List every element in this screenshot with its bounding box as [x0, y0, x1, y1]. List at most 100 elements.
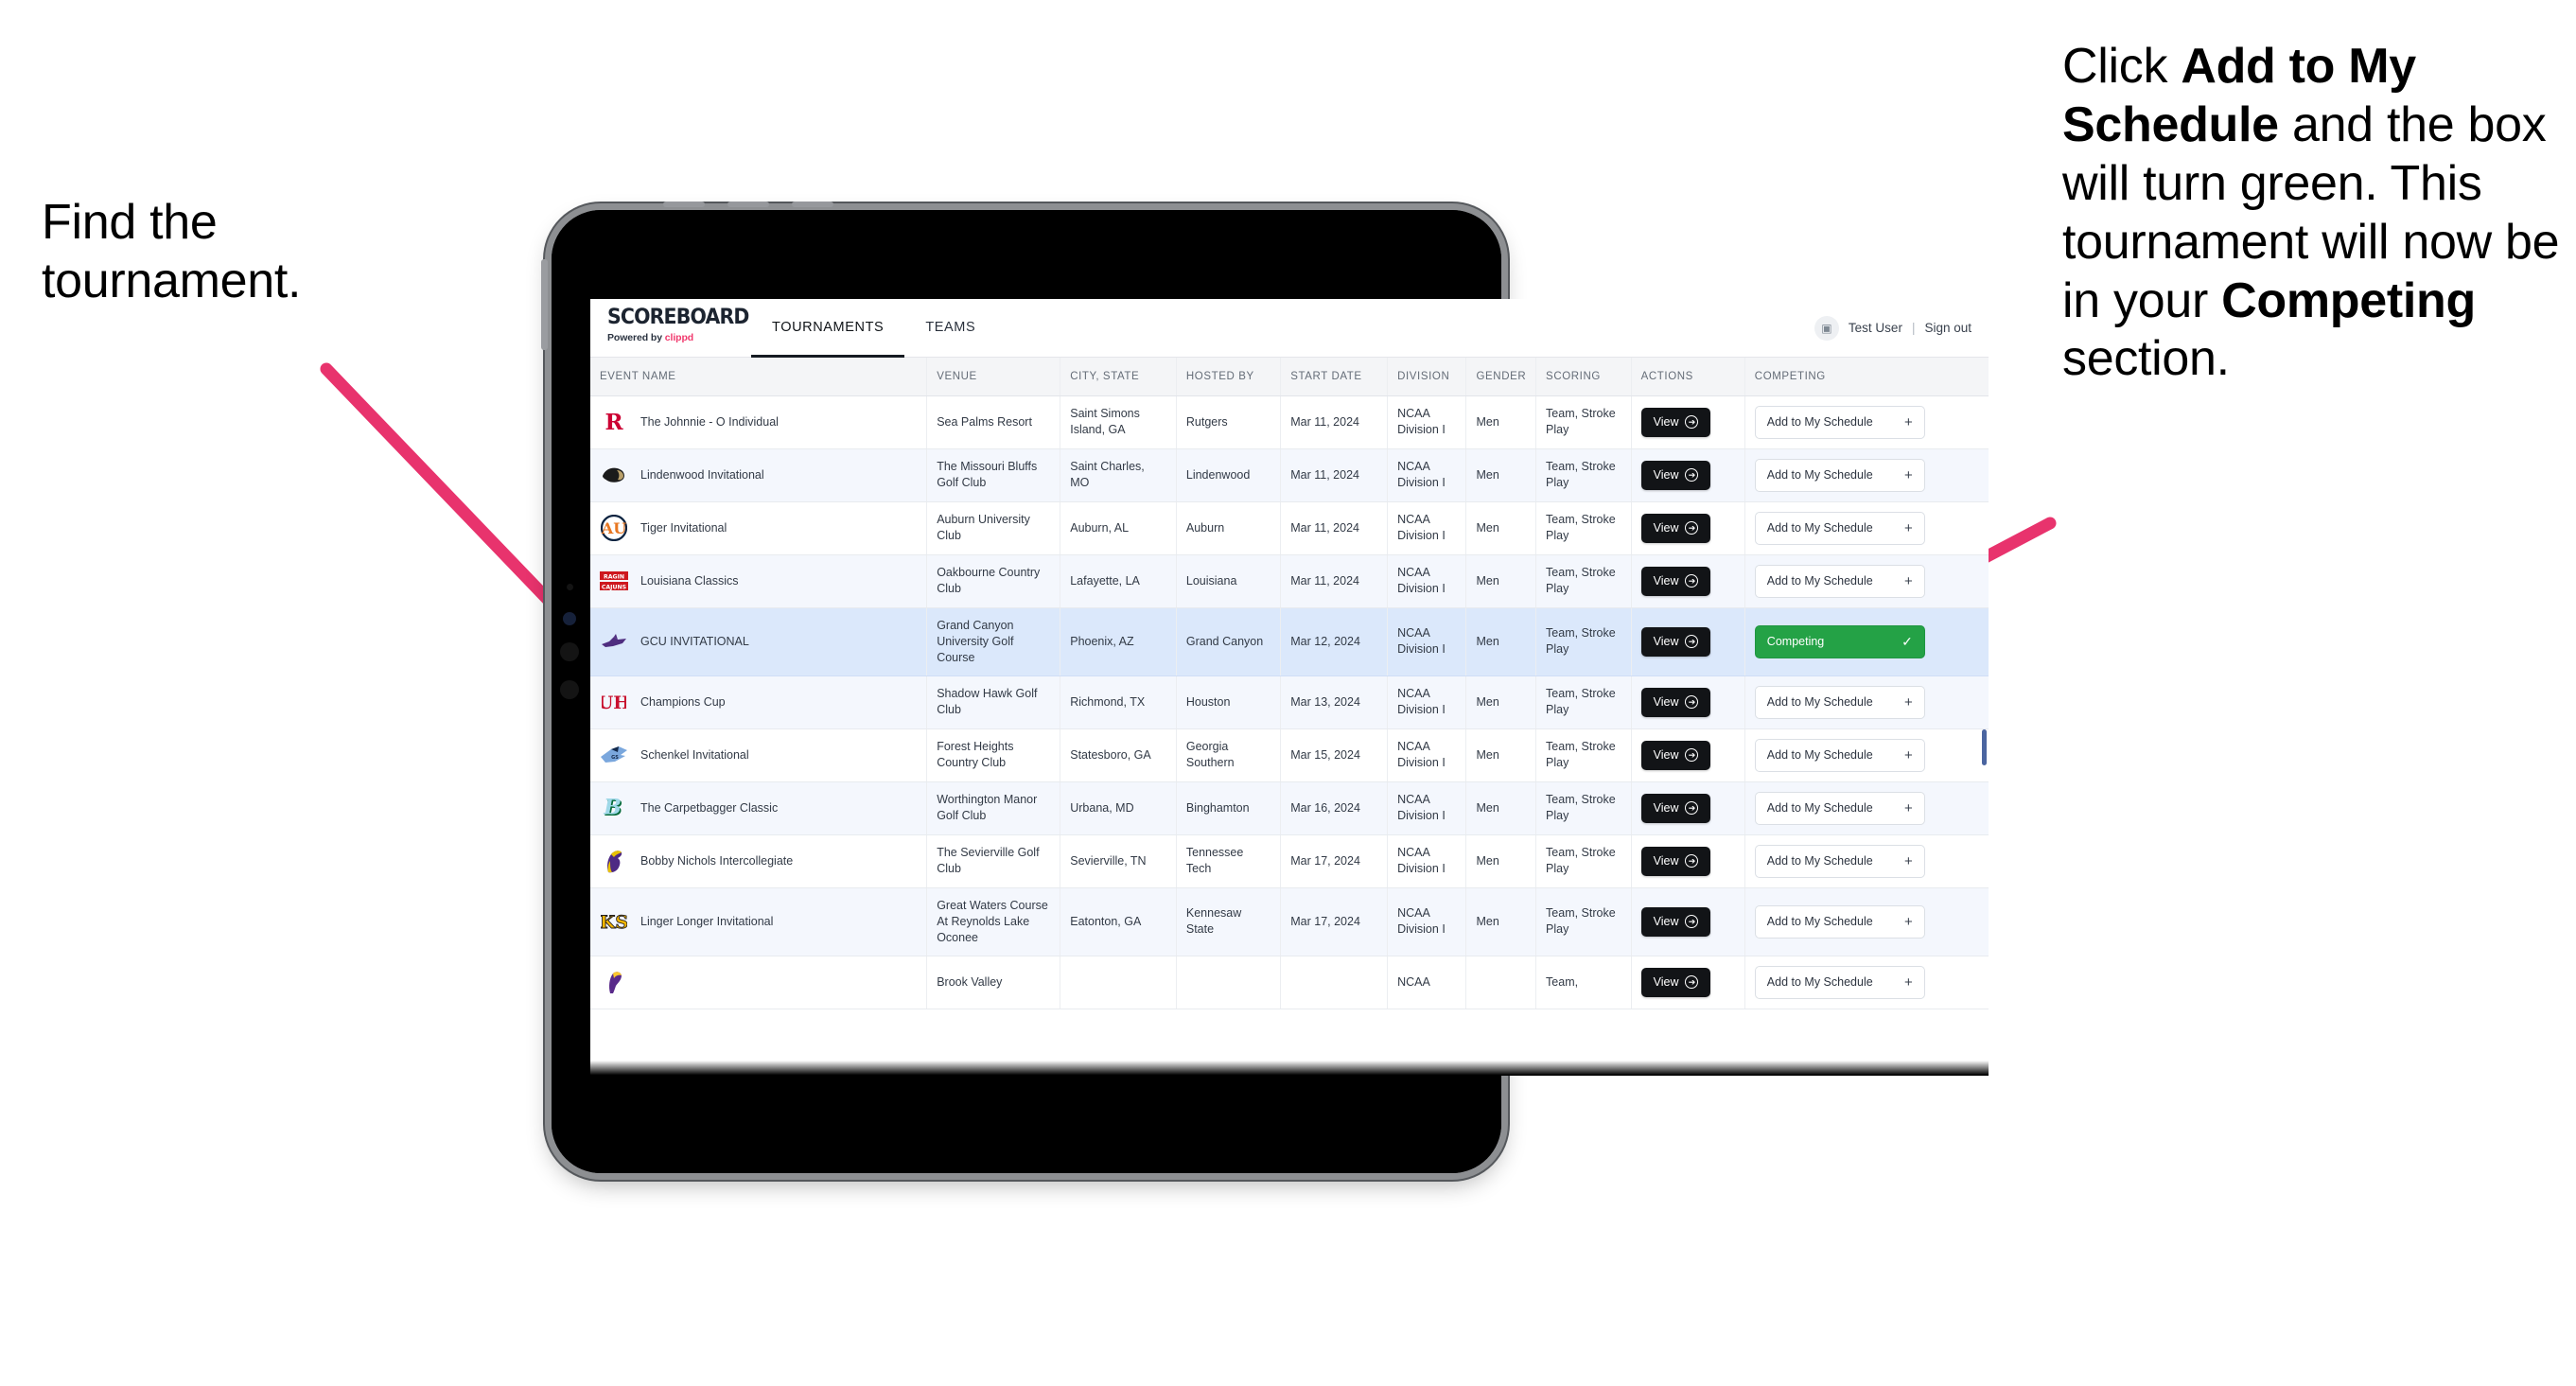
- cell-gender: Men: [1465, 728, 1537, 782]
- view-button[interactable]: View ➔: [1640, 846, 1711, 876]
- cell-actions: View ➔: [1631, 887, 1745, 956]
- event-name-label: Bobby Nichols Intercollegiate: [640, 853, 794, 868]
- tab-tournaments[interactable]: TOURNAMENTS: [751, 300, 905, 358]
- event-name-label: GCU INVITATIONAL: [640, 634, 749, 648]
- cell-competing: Competing ✓: [1744, 607, 1989, 676]
- table-row[interactable]: Brook Valley NCAA Team, View ➔ Add to My…: [590, 956, 1989, 1009]
- table-row[interactable]: UH Champions Cup Shadow Hawk Golf Club R…: [590, 675, 1989, 729]
- arrow-right-icon: ➔: [1685, 635, 1699, 648]
- cell-gender: Men: [1465, 675, 1537, 729]
- view-button[interactable]: View ➔: [1640, 407, 1711, 437]
- cell-hosted-by: Georgia Southern: [1176, 728, 1282, 782]
- user-name: Test User: [1848, 321, 1902, 335]
- avatar[interactable]: ▣: [1814, 315, 1839, 341]
- cell-event-name: RAGIN CAJUNS Louisiana Classics: [590, 554, 928, 608]
- cell-hosted-by: Houston: [1176, 675, 1282, 729]
- brand-powered-prefix: Powered by: [607, 332, 665, 343]
- add-to-my-schedule-button[interactable]: Add to My Schedule +: [1754, 564, 1925, 598]
- cell-division: NCAA Division I: [1387, 675, 1467, 729]
- brand-logo[interactable]: SCOREBOARD Powered by clippd: [590, 299, 749, 357]
- view-button[interactable]: View ➔: [1640, 687, 1711, 717]
- table-row-selected[interactable]: GCU INVITATIONAL Grand Canyon University…: [590, 607, 1989, 676]
- event-name-label: Schenkel Invitational: [640, 747, 749, 762]
- add-to-my-schedule-button[interactable]: Add to My Schedule +: [1754, 458, 1925, 492]
- cell-event-name: UH Champions Cup: [590, 675, 928, 729]
- table-row[interactable]: Bobby Nichols Intercollegiate The Sevier…: [590, 834, 1989, 888]
- brand-title: SCOREBOARD: [607, 306, 749, 329]
- cell-hosted-by: Kennesaw State: [1176, 887, 1282, 956]
- view-button[interactable]: View ➔: [1640, 626, 1711, 657]
- cell-city-state: [1060, 956, 1177, 1009]
- arrow-right-icon: ➔: [1685, 915, 1699, 928]
- arrow-right-icon: ➔: [1685, 574, 1699, 588]
- svg-text:B: B: [603, 796, 622, 820]
- tab-teams[interactable]: TEAMS: [904, 300, 996, 358]
- sign-out-link[interactable]: Sign out: [1924, 321, 1971, 335]
- arrow-right-icon: ➔: [1685, 468, 1699, 482]
- plus-icon: +: [1904, 519, 1913, 536]
- view-label: View: [1653, 800, 1679, 815]
- table-row[interactable]: AU Tiger Invitational Auburn University …: [590, 501, 1989, 555]
- add-to-my-schedule-button[interactable]: Add to My Schedule +: [1754, 511, 1925, 545]
- cell-city-state: Saint Charles, MO: [1060, 448, 1177, 502]
- tournaments-table: EVENT NAME VENUE CITY, STATE HOSTED BY S…: [590, 358, 1989, 1009]
- vertical-scrollbar[interactable]: [1982, 729, 1987, 765]
- cell-event-name: BB The Carpetbagger Classic: [590, 781, 928, 835]
- auburn-au-logo: AU: [600, 514, 628, 542]
- brand-powered-by: Powered by clippd: [607, 332, 742, 343]
- add-to-my-schedule-button[interactable]: Add to My Schedule +: [1754, 904, 1925, 939]
- cell-competing: Add to My Schedule +: [1744, 887, 1989, 956]
- add-to-my-schedule-button[interactable]: Add to My Schedule +: [1754, 738, 1925, 772]
- cell-city-state: Lafayette, LA: [1060, 554, 1177, 608]
- add-to-my-schedule-button[interactable]: Add to My Schedule +: [1754, 405, 1925, 439]
- cell-event-name: KS Linger Longer Invitational: [590, 887, 928, 956]
- view-label: View: [1653, 694, 1679, 709]
- cell-scoring: Team, Stroke Play: [1535, 501, 1632, 555]
- table-row[interactable]: Lindenwood Invitational The Missouri Blu…: [590, 448, 1989, 502]
- add-to-my-schedule-button[interactable]: Add to My Schedule +: [1754, 965, 1925, 999]
- view-label: View: [1653, 520, 1679, 535]
- svg-text:UH: UH: [602, 693, 626, 713]
- cell-gender: [1465, 956, 1537, 1009]
- cell-hosted-by: Tennessee Tech: [1176, 834, 1282, 888]
- table-row[interactable]: BB The Carpetbagger Classic Worthington …: [590, 781, 1989, 835]
- add-to-my-schedule-button[interactable]: Add to My Schedule +: [1754, 791, 1925, 825]
- table-row[interactable]: KS Linger Longer Invitational Great Wate…: [590, 887, 1989, 956]
- view-button[interactable]: View ➔: [1640, 906, 1711, 937]
- competing-button[interactable]: Competing ✓: [1754, 624, 1925, 658]
- table-row[interactable]: GS Schenkel Invitational Forest Heights …: [590, 728, 1989, 782]
- cell-competing: Add to My Schedule +: [1744, 781, 1989, 835]
- cell-event-name: AU Tiger Invitational: [590, 501, 928, 555]
- cell-gender: Men: [1465, 834, 1537, 888]
- view-button[interactable]: View ➔: [1640, 740, 1711, 770]
- add-to-my-schedule-button[interactable]: Add to My Schedule +: [1754, 685, 1925, 719]
- view-label: View: [1653, 747, 1679, 762]
- cell-competing: Add to My Schedule +: [1744, 728, 1989, 782]
- table-row[interactable]: R The Johnnie - O Individual Sea Palms R…: [590, 395, 1989, 449]
- plus-icon: +: [1904, 913, 1913, 930]
- view-button[interactable]: View ➔: [1640, 967, 1711, 997]
- svg-text:KS: KS: [601, 912, 627, 933]
- add-to-my-schedule-button[interactable]: Add to My Schedule +: [1754, 844, 1925, 878]
- add-to-my-schedule-label: Add to My Schedule: [1766, 467, 1873, 482]
- cell-venue: The Sevierville Golf Club: [926, 834, 1061, 888]
- plus-icon: +: [1904, 413, 1913, 430]
- cell-city-state: Saint Simons Island, GA: [1060, 395, 1177, 449]
- view-button[interactable]: View ➔: [1640, 566, 1711, 596]
- tablet-sensor-dot: [567, 584, 573, 590]
- view-button[interactable]: View ➔: [1640, 793, 1711, 823]
- cell-venue: Grand Canyon University Golf Course: [926, 607, 1061, 676]
- event-name-label: The Johnnie - O Individual: [640, 414, 779, 429]
- cell-start-date: Mar 17, 2024: [1280, 887, 1389, 956]
- competing-label: Competing: [1766, 634, 1825, 648]
- tablet-volume-button[interactable]: [541, 259, 548, 350]
- cell-city-state: Phoenix, AZ: [1060, 607, 1177, 676]
- plus-icon: +: [1904, 746, 1913, 763]
- view-button[interactable]: View ➔: [1640, 460, 1711, 490]
- annotation-right-post: section.: [2062, 331, 2230, 387]
- table-row[interactable]: RAGIN CAJUNS Louisiana Classics Oakbourne…: [590, 554, 1989, 608]
- view-button[interactable]: View ➔: [1640, 513, 1711, 543]
- plus-icon: +: [1904, 799, 1913, 816]
- plus-icon: +: [1904, 974, 1913, 991]
- cell-event-name: Bobby Nichols Intercollegiate: [590, 834, 928, 888]
